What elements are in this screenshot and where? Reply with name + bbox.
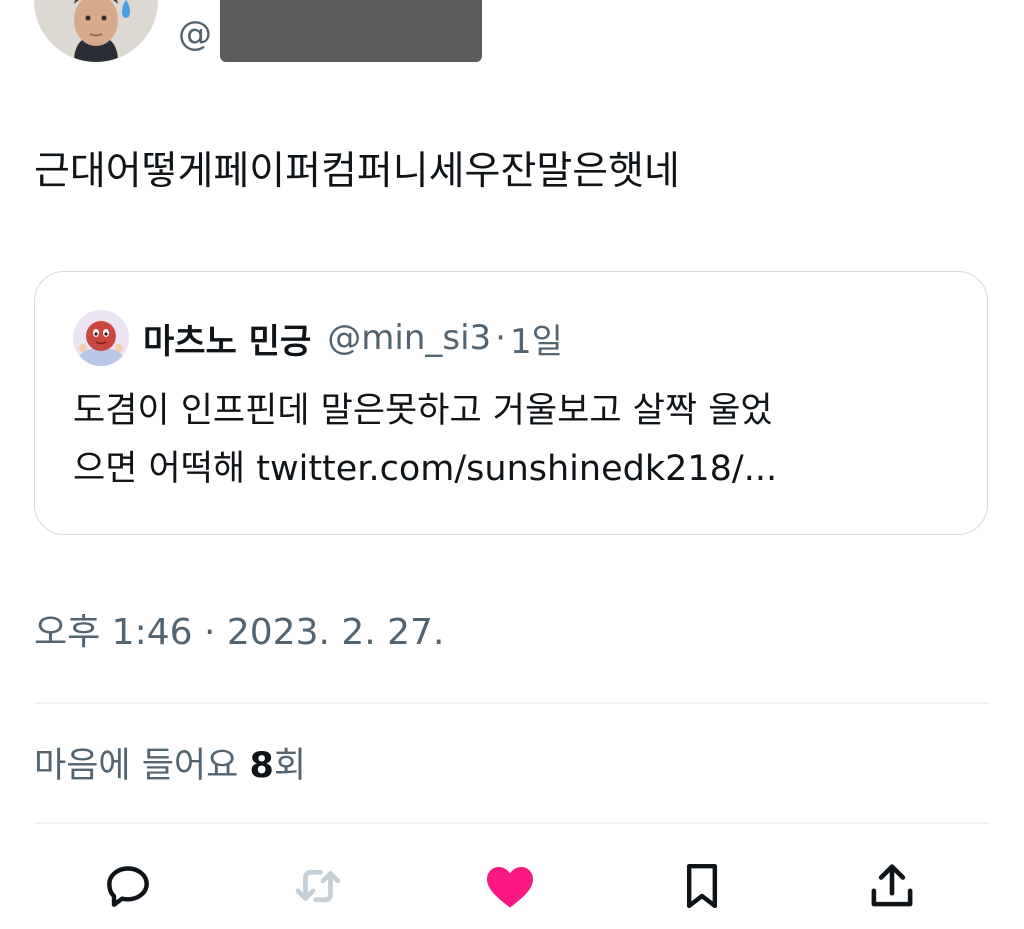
- person-avatar-icon: [34, 0, 158, 62]
- heart-icon: [487, 867, 533, 908]
- author-handle[interactable]: @: [178, 8, 212, 60]
- quote-text: 도겸이 인프핀데 말은못하고 거울보고 살짝 울었 으면 어떡해 twitter…: [73, 382, 953, 498]
- retweet-icon: [295, 869, 341, 903]
- bookmark-icon: [686, 863, 718, 909]
- quote-author-avatar[interactable]: [73, 310, 129, 366]
- like-button[interactable]: [480, 856, 540, 916]
- retweet-button[interactable]: [288, 856, 348, 916]
- quoted-tweet-card[interactable]: 마츠노 민긍 @min_si3 · 1일 도겸이 인프핀데 말은못하고 거울보고…: [34, 271, 988, 535]
- quote-handle[interactable]: @min_si3: [327, 318, 491, 358]
- quote-text-line: 도겸이 인프핀데 말은못하고 거울보고 살짝 울었: [73, 391, 773, 431]
- quote-display-name[interactable]: 마츠노 민긍: [143, 314, 311, 363]
- likes-suffix: 회: [273, 746, 307, 786]
- quote-text-line: 으면 어떡해 twitter.com/sunshinedk218/...: [73, 449, 778, 489]
- character-avatar-icon: [73, 310, 129, 366]
- tweet-text: 근대어떻게페이퍼컴퍼니세우잔말은햇네: [34, 149, 680, 194]
- divider: [34, 822, 990, 824]
- bookmark-button[interactable]: [672, 856, 732, 916]
- likes-label: 마음에 들어요: [34, 746, 250, 786]
- share-icon: [871, 864, 913, 907]
- reply-icon: [107, 866, 149, 907]
- likes-count: 8: [249, 746, 274, 786]
- share-button[interactable]: [862, 856, 922, 916]
- likes-summary[interactable]: 마음에 들어요 8회: [34, 741, 306, 791]
- quote-time[interactable]: 1일: [510, 314, 563, 363]
- divider: [34, 702, 990, 704]
- handle-prefix: @: [178, 14, 212, 54]
- redacted-handle: [220, 0, 482, 62]
- quote-separator: ·: [495, 318, 506, 358]
- reply-button[interactable]: [98, 856, 158, 916]
- author-avatar[interactable]: [34, 0, 158, 62]
- tweet-timestamp[interactable]: 오후 1:46 · 2023. 2. 27.: [34, 608, 444, 658]
- quote-header: 마츠노 민긍 @min_si3 · 1일: [143, 312, 563, 364]
